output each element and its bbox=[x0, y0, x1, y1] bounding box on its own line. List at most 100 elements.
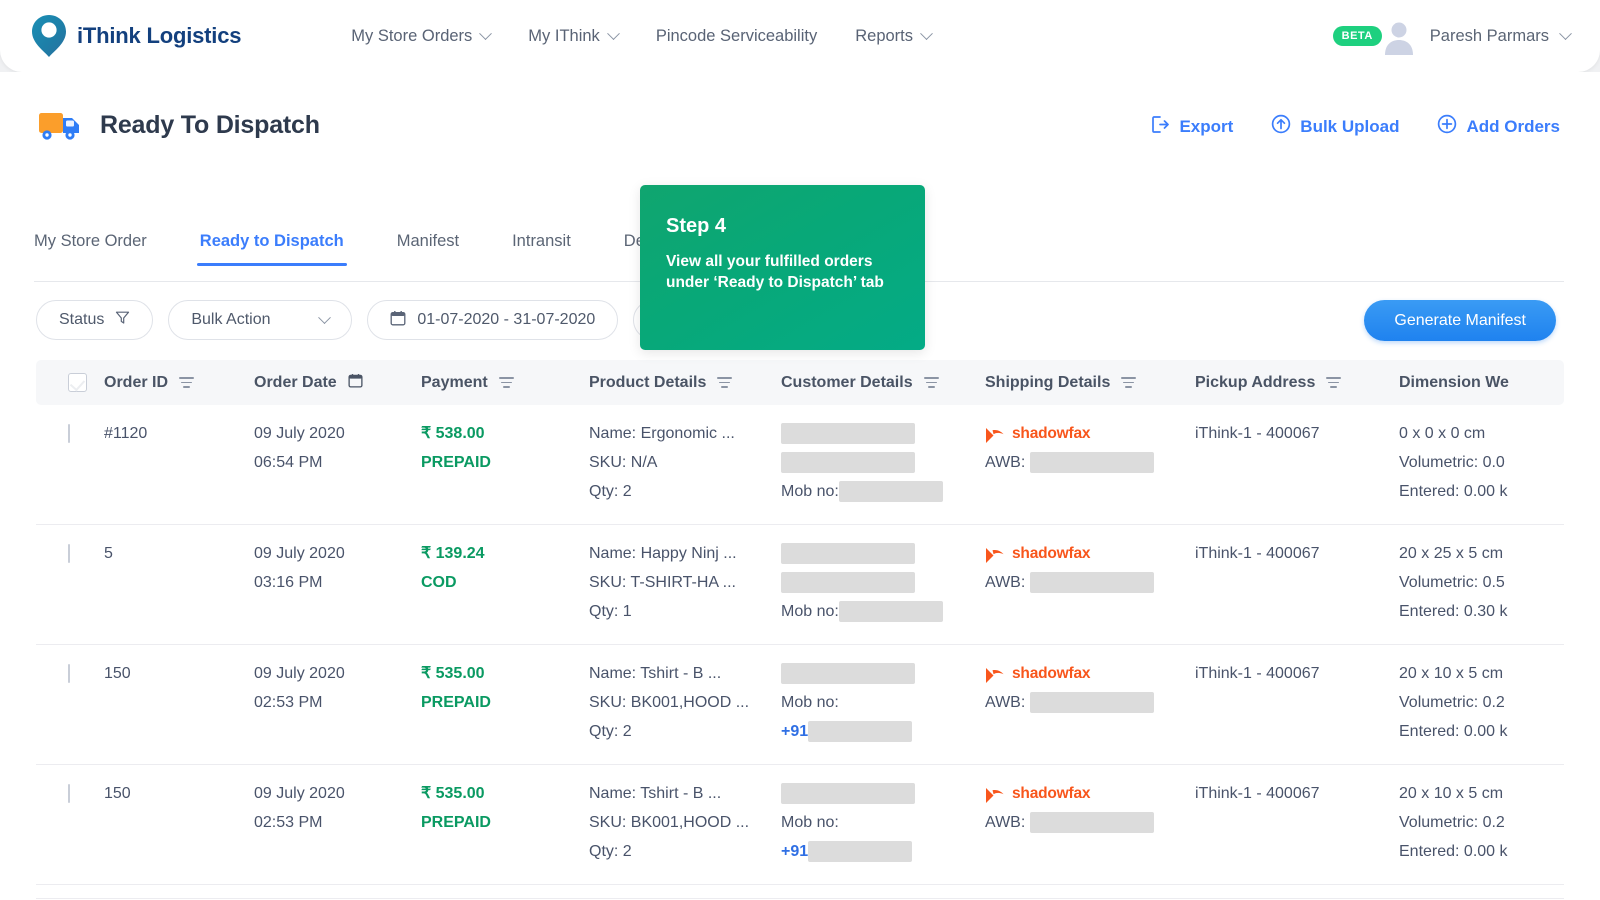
dimensions: 20 x 10 x 5 cm bbox=[1399, 785, 1504, 802]
shadowfax-icon bbox=[985, 665, 1006, 683]
nav-item-reports[interactable]: Reports bbox=[855, 27, 933, 46]
tab-my-store-order[interactable]: My Store Order bbox=[34, 232, 147, 265]
nav-item-my-ithink[interactable]: My IThink bbox=[528, 26, 620, 46]
cell-order-id: 5 bbox=[104, 545, 113, 562]
column-header-order-date[interactable]: Order Date bbox=[254, 373, 421, 393]
mobile-label: Mob no: bbox=[781, 483, 839, 500]
order-time: 03:16 PM bbox=[254, 574, 323, 591]
column-header-shipping-details[interactable]: Shipping Details bbox=[985, 374, 1195, 392]
column-label: Dimension We bbox=[1399, 373, 1509, 391]
column-header-order-id[interactable]: Order ID bbox=[104, 374, 254, 392]
date-range-picker[interactable]: 01-07-2020 - 31-07-2020 bbox=[367, 300, 619, 340]
row-checkbox[interactable] bbox=[68, 544, 70, 563]
volumetric-weight: Volumetric: 0.0 bbox=[1399, 454, 1505, 471]
row-checkbox[interactable] bbox=[68, 664, 70, 683]
cell-customer-details: Mob no: bbox=[781, 525, 985, 644]
action-label: Add Orders bbox=[1466, 116, 1560, 136]
select-all-checkbox[interactable] bbox=[68, 373, 87, 392]
add-orders-button[interactable]: Add Orders bbox=[1437, 114, 1560, 139]
bulk-action-dropdown[interactable]: Bulk Action bbox=[168, 300, 353, 340]
table-row[interactable]: 5 09 July 2020 03:16 PM ₹ 139.24 COD Nam… bbox=[36, 525, 1564, 645]
row-checkbox[interactable] bbox=[68, 784, 70, 803]
export-button[interactable]: Export bbox=[1151, 115, 1233, 139]
entered-weight: Entered: 0.00 k bbox=[1399, 723, 1508, 740]
select-all-cell bbox=[36, 373, 104, 392]
onboarding-tooltip[interactable]: Step 4 View all your fulfilled orders un… bbox=[640, 185, 925, 350]
nav-item-label: My Store Orders bbox=[351, 26, 473, 45]
product-sku: SKU: BK001,HOOD ... bbox=[589, 814, 750, 831]
tab-manifest[interactable]: Manifest bbox=[397, 232, 459, 265]
product-qty: Qty: 2 bbox=[589, 723, 632, 740]
generate-manifest-button[interactable]: Generate Manifest bbox=[1364, 300, 1556, 341]
dimensions: 20 x 10 x 5 cm bbox=[1399, 665, 1504, 682]
chevron-down-icon bbox=[1559, 26, 1572, 40]
column-header-customer-details[interactable]: Customer Details bbox=[781, 374, 985, 392]
product-name: Name: Happy Ninj ... bbox=[589, 545, 737, 562]
product-sku: SKU: T-SHIRT-HA ... bbox=[589, 574, 736, 591]
row-select-cell bbox=[36, 645, 104, 764]
payment-mode: PREPAID bbox=[421, 694, 491, 711]
filter-funnel-icon bbox=[115, 310, 130, 330]
payment-amount: ₹ 139.24 bbox=[421, 545, 485, 562]
tab-intransit[interactable]: Intransit bbox=[512, 232, 571, 265]
redacted-awb bbox=[1029, 452, 1154, 474]
row-checkbox[interactable] bbox=[68, 424, 70, 443]
column-header-payment[interactable]: Payment bbox=[421, 374, 589, 392]
bulk-upload-button[interactable]: Bulk Upload bbox=[1271, 114, 1399, 139]
nav-item-my-store-orders[interactable]: My Store Orders bbox=[351, 26, 493, 46]
tooltip-body: View all your fulfilled orders under ‘Re… bbox=[666, 253, 884, 291]
calendar-icon bbox=[390, 310, 406, 331]
table-row[interactable]: 150 09 July 2020 02:53 PM ₹ 535.00 PREPA… bbox=[36, 765, 1564, 885]
redacted-awb bbox=[1029, 812, 1154, 834]
cell-order-date: 09 July 2020 02:53 PM bbox=[254, 765, 421, 884]
cell-order-id: #1120 bbox=[104, 425, 148, 442]
cell-shipping-details: shadowfax AWB: bbox=[985, 645, 1195, 764]
payment-amount: ₹ 538.00 bbox=[421, 425, 485, 442]
table-row[interactable]: #1120 09 July 2020 06:54 PM ₹ 538.00 PRE… bbox=[36, 405, 1564, 525]
awb-label: AWB: bbox=[985, 694, 1026, 711]
status-filter[interactable]: Status bbox=[36, 300, 154, 340]
user-menu[interactable]: BETA Paresh Parmars bbox=[1332, 0, 1572, 72]
chevron-down-icon bbox=[606, 26, 620, 40]
row-select-cell bbox=[36, 765, 104, 884]
cell-pickup-address: iThink-1 - 400067 bbox=[1195, 665, 1320, 682]
product-sku: SKU: BK001,HOOD ... bbox=[589, 694, 750, 711]
header-actions: Export Bulk Upload Add Orders bbox=[1151, 114, 1560, 139]
volumetric-weight: Volumetric: 0.2 bbox=[1399, 694, 1505, 711]
date-range-value: 01-07-2020 - 31-07-2020 bbox=[417, 311, 596, 328]
cell-shipping-details: shadowfax AWB: bbox=[985, 525, 1195, 644]
tab-ready-to-dispatch[interactable]: Ready to Dispatch bbox=[196, 232, 347, 266]
dimensions: 20 x 25 x 5 cm bbox=[1399, 545, 1504, 562]
order-date: 09 July 2020 bbox=[254, 785, 345, 802]
nav-item-label: Pincode Serviceability bbox=[655, 26, 818, 45]
order-date: 09 July 2020 bbox=[254, 665, 345, 682]
column-header-pickup-address[interactable]: Pickup Address bbox=[1195, 374, 1399, 392]
action-label: Bulk Upload bbox=[1300, 116, 1400, 136]
redacted-customer-email bbox=[781, 572, 915, 594]
product-qty: Qty: 1 bbox=[589, 603, 632, 620]
product-name: Name: Tshirt - B ... bbox=[589, 785, 722, 802]
entered-weight: Entered: 0.30 k bbox=[1399, 603, 1508, 620]
nav-item-pincode-serviceability[interactable]: Pincode Serviceability bbox=[656, 27, 817, 46]
cell-product-details: Name: Ergonomic ... SKU: N/A Qty: 2 bbox=[589, 405, 781, 524]
tooltip-step-title: Step 4 bbox=[666, 215, 727, 237]
redacted-awb bbox=[1029, 572, 1154, 594]
table-row[interactable]: 150 09 July 2020 02:53 PM ₹ 535.00 PREPA… bbox=[36, 645, 1564, 765]
brand[interactable]: iThink Logistics bbox=[30, 13, 241, 59]
cell-payment: ₹ 538.00 PREPAID bbox=[421, 405, 589, 524]
column-header-product-details[interactable]: Product Details bbox=[589, 374, 781, 392]
cell-dimension-weight: 20 x 25 x 5 cm Volumetric: 0.5 Entered: … bbox=[1399, 525, 1564, 644]
truck-icon bbox=[38, 108, 84, 142]
cell-dimension-weight: 0 x 0 x 0 cm Volumetric: 0.0 Entered: 0.… bbox=[1399, 405, 1564, 524]
column-header-dimension-weight[interactable]: Dimension We bbox=[1399, 374, 1564, 392]
payment-mode: COD bbox=[421, 574, 457, 591]
nav-item-label: My IThink bbox=[528, 26, 600, 45]
product-qty: Qty: 2 bbox=[589, 843, 632, 860]
country-code: +91 bbox=[781, 723, 809, 740]
redacted-awb bbox=[1029, 692, 1154, 714]
plus-circle-icon bbox=[1437, 114, 1457, 139]
redacted-customer-mobile bbox=[808, 841, 913, 863]
courier-name: shadowfax bbox=[1012, 665, 1091, 682]
shadowfax-icon bbox=[985, 545, 1006, 563]
cell-order-date: 09 July 2020 06:54 PM bbox=[254, 405, 421, 524]
